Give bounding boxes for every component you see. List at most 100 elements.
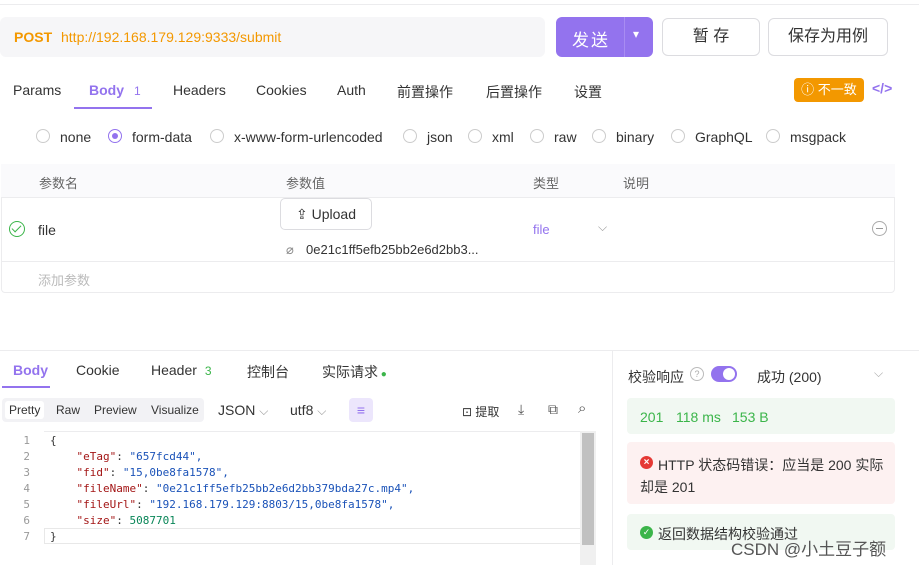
resp-tab-console[interactable]: 控制台	[247, 362, 289, 382]
resp-tab-header-label: Header	[151, 362, 197, 378]
resp-tab-cookie[interactable]: Cookie	[76, 362, 120, 378]
format-select[interactable]: JSON ⌵	[218, 402, 268, 419]
radio-none-label: none	[60, 129, 92, 145]
json-key: "fileUrl"	[76, 498, 137, 511]
col-header-type: 类型	[533, 176, 560, 191]
view-visualize[interactable]: Visualize	[147, 401, 203, 419]
panel-divider	[0, 350, 919, 351]
remove-icon[interactable]	[872, 221, 887, 236]
radio-msgpack[interactable]	[766, 129, 780, 143]
search-icon[interactable]: ⌕	[578, 400, 586, 417]
method-select[interactable]: POST	[14, 29, 52, 45]
warning-icon: ⓘ	[801, 82, 818, 97]
type-select[interactable]: file	[533, 222, 550, 237]
radio-form-data[interactable]	[108, 129, 122, 143]
tab-params[interactable]: Params	[13, 82, 61, 98]
validate-toggle[interactable]	[711, 366, 737, 382]
radio-json-label: json	[427, 129, 453, 145]
radio-none[interactable]	[36, 129, 50, 143]
upload-icon: ⇪	[296, 206, 312, 222]
help-icon[interactable]: ?	[690, 367, 704, 381]
add-param-input[interactable]: 添加参数	[38, 270, 90, 289]
resp-tab-actual-request-label: 实际请求	[322, 364, 378, 380]
json-value: 5087701	[129, 514, 176, 527]
copy-icon[interactable]: ⧉	[548, 401, 558, 418]
chevron-down-icon[interactable]: ⌵	[598, 220, 607, 235]
radio-graphql-label: GraphQL	[695, 129, 753, 145]
format-label: JSON	[218, 402, 256, 418]
tab-auth[interactable]: Auth	[337, 82, 366, 98]
radio-graphql[interactable]	[671, 129, 685, 143]
line-number: 4	[23, 482, 30, 495]
code-icon[interactable]: </>	[872, 80, 892, 96]
inconsistent-badge[interactable]: ⓘ 不一致	[794, 78, 864, 102]
active-resp-tab-indicator	[2, 386, 50, 388]
line-number: 1	[23, 434, 30, 447]
tab-headers[interactable]: Headers	[173, 82, 226, 98]
json-key: "size"	[76, 514, 117, 527]
tab-settings[interactable]: 设置	[574, 82, 602, 102]
paperclip-icon: ⌀	[286, 242, 294, 257]
validation-result-select[interactable]: 成功 (200)	[757, 367, 822, 387]
col-header-value: 参数值	[286, 176, 326, 191]
tab-body-label: Body	[89, 82, 124, 98]
line-number: 2	[23, 450, 30, 463]
tab-pre-ops[interactable]: 前置操作	[397, 82, 453, 102]
radio-xml-label: xml	[492, 129, 514, 145]
code-line: "fid": "15,0be8fa1578",	[76, 466, 229, 479]
extract-icon: ⊡	[462, 405, 476, 419]
col-header-name: 参数名	[39, 176, 79, 191]
tab-body-badge: 1	[134, 84, 141, 98]
radio-raw[interactable]	[530, 129, 544, 143]
radio-raw-label: raw	[554, 129, 577, 145]
row-divider	[1, 261, 895, 262]
error-message: HTTP 状态码错误：应当是 200 实际却是 201	[640, 457, 884, 495]
resp-tab-actual-request[interactable]: 实际请求 ●	[322, 362, 387, 382]
radio-xml[interactable]	[468, 129, 482, 143]
code-line: "fileName": "0e21c1ff5efb25bb2e6d2bb379b…	[76, 482, 415, 495]
resp-tab-body[interactable]: Body	[13, 362, 48, 378]
url-input[interactable]: http://192.168.179.129:9333/submit	[61, 29, 281, 45]
view-preview[interactable]: Preview	[90, 401, 141, 419]
code-line: {	[50, 434, 57, 447]
check-icon: ✓	[640, 526, 653, 539]
json-key: "fileName"	[76, 482, 143, 495]
wrap-lines-icon[interactable]: ≡	[349, 398, 373, 422]
radio-binary[interactable]	[592, 129, 606, 143]
encoding-select[interactable]: utf8 ⌵	[290, 402, 326, 419]
download-icon[interactable]: ⤓	[518, 401, 524, 418]
tab-post-ops[interactable]: 后置操作	[486, 82, 542, 102]
radio-msgpack-label: msgpack	[790, 129, 847, 145]
watermark: CSDN @小土豆子额	[731, 540, 887, 559]
save-button[interactable]: 暂 存	[662, 18, 760, 56]
tab-body[interactable]: Body 1	[89, 82, 141, 98]
chevron-down-icon[interactable]: ⌵	[874, 366, 883, 381]
vertical-divider[interactable]	[612, 350, 613, 565]
active-tab-indicator	[74, 107, 152, 109]
tab-cookies[interactable]: Cookies	[256, 82, 307, 98]
chevron-down-icon[interactable]: ▾	[633, 27, 639, 41]
resp-tab-header[interactable]: Header 3	[151, 362, 212, 378]
save-as-case-button[interactable]: 保存为用例	[768, 18, 888, 56]
validate-response-label: 校验响应	[628, 369, 684, 385]
send-button[interactable]: 发送 ▾	[556, 17, 653, 57]
upload-button[interactable]: ⇪ Upload	[280, 198, 372, 230]
col-header-desc: 说明	[623, 176, 650, 191]
extract-button[interactable]: ⊡ 提取	[462, 403, 499, 420]
chevron-down-icon: ⌵	[259, 404, 269, 418]
view-pretty[interactable]: Pretty	[5, 401, 45, 419]
param-name[interactable]: file	[38, 222, 56, 238]
scrollbar-thumb[interactable]	[582, 433, 594, 545]
chevron-down-icon: ⌵	[317, 404, 327, 418]
check-circle-icon[interactable]	[9, 221, 25, 237]
send-label: 发送	[572, 31, 610, 50]
radio-json[interactable]	[403, 129, 417, 143]
encoding-label: utf8	[290, 402, 314, 418]
view-raw[interactable]: Raw	[52, 401, 84, 419]
radio-urlencoded[interactable]	[210, 129, 224, 143]
file-name[interactable]: 0e21c1ff5efb25bb2e6d2bb3...	[306, 242, 479, 257]
top-divider	[0, 4, 919, 5]
radio-urlencoded-label: x-www-form-urlencoded	[234, 129, 383, 145]
line-number: 6	[23, 514, 30, 527]
extract-label: 提取	[475, 405, 500, 419]
